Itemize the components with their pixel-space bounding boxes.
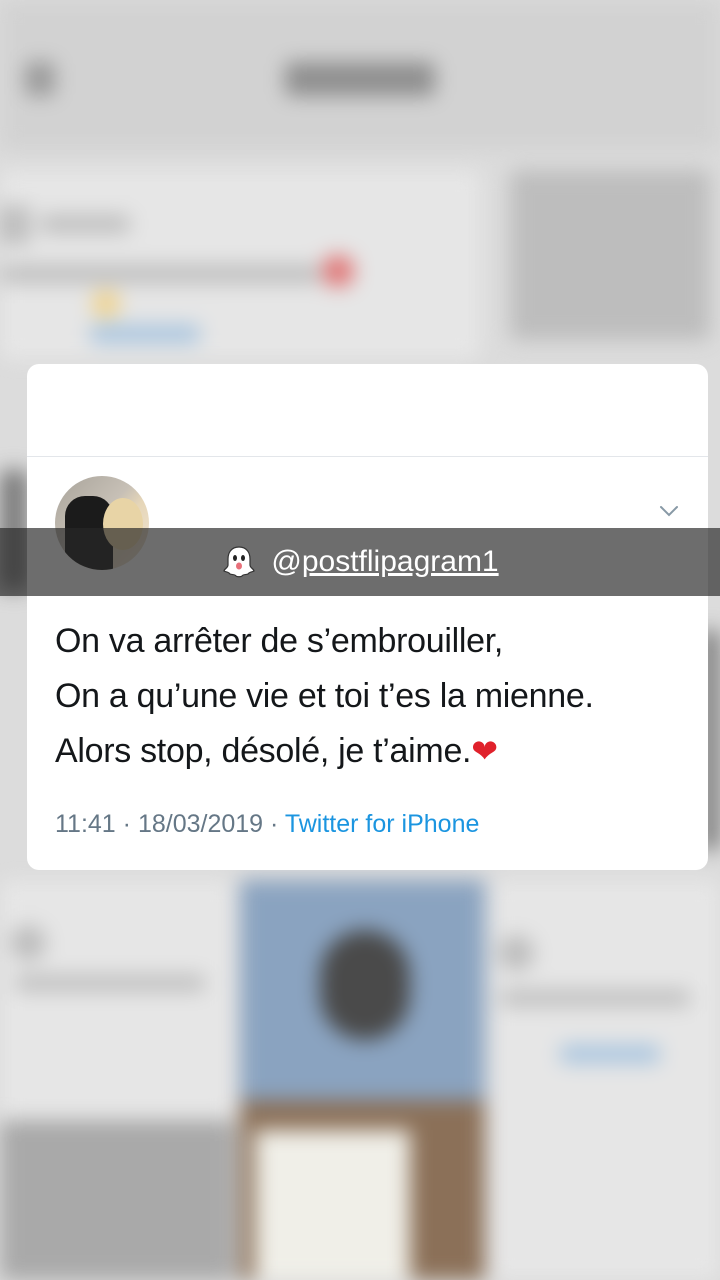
tweet-line: On va arrêter de s’embrouiller, — [55, 622, 504, 660]
caption-at: @ — [271, 545, 302, 578]
tweet-text: On va arrêter de s’embrouiller, On a qu’… — [55, 614, 685, 779]
caption-handle[interactable]: postflipagram1 — [302, 545, 499, 579]
tweet-source-link[interactable]: Twitter for iPhone — [285, 810, 480, 838]
meta-separator: · — [122, 810, 131, 838]
ghost-icon — [221, 544, 257, 580]
background-text — [40, 215, 130, 233]
tweet-line-last: Alors stop, désolé, je t’aime.❤ — [55, 724, 685, 779]
background-post — [0, 880, 235, 1120]
background-photo — [320, 930, 410, 1040]
tweet-line: On a qu’une vie et toi t’es la mienne. — [55, 677, 594, 715]
background-avatar — [0, 205, 30, 245]
background-emoji — [92, 290, 120, 318]
tweet-meta: 11:41 · 18/03/2019 · Twitter for iPhone — [55, 810, 479, 839]
background-text — [500, 990, 690, 1006]
background-title — [285, 62, 435, 96]
background-text — [0, 265, 320, 283]
tweet-line: Alors stop, désolé, je t’aime. — [55, 732, 472, 770]
background-link — [90, 325, 200, 343]
tweet-card: On va arrêter de s’embrouiller, On a qu’… — [27, 364, 708, 870]
background-thumbnail — [510, 170, 710, 340]
caption-bar: @ postflipagram1 — [0, 528, 720, 596]
meta-separator: · — [270, 810, 279, 838]
background-emoji — [322, 255, 354, 287]
chevron-down-icon[interactable] — [658, 500, 680, 522]
tweet-date: 18/03/2019 — [137, 810, 264, 838]
background-photo — [255, 1130, 410, 1280]
background-post — [0, 1120, 235, 1280]
background-back-button — [25, 62, 55, 96]
tweet-card-header — [27, 364, 708, 457]
background-avatar — [10, 925, 46, 961]
tweet-time: 11:41 — [55, 810, 116, 838]
background-text — [15, 975, 205, 991]
background-link — [560, 1045, 660, 1063]
background-avatar — [498, 935, 534, 971]
red-heart-icon: ❤ — [471, 733, 498, 769]
